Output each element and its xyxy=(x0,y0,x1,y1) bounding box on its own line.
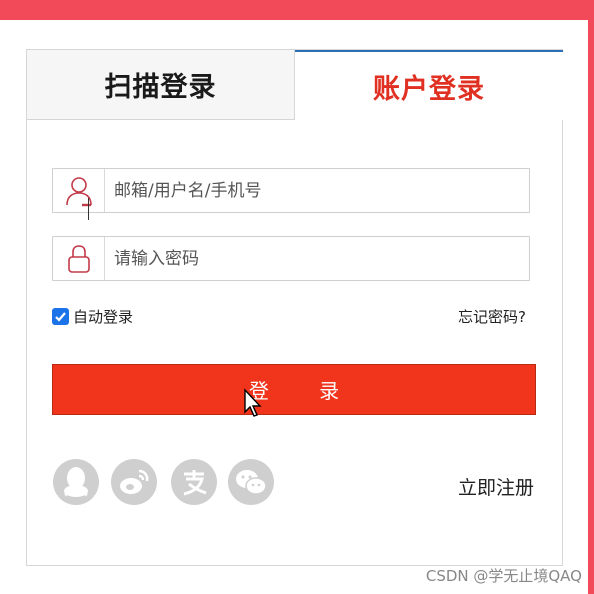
username-input[interactable] xyxy=(105,169,529,212)
wechat-icon[interactable] xyxy=(228,459,274,505)
password-input[interactable] xyxy=(105,237,529,280)
register-link[interactable]: 立即注册 xyxy=(458,473,534,500)
alipay-icon[interactable] xyxy=(171,459,217,505)
tab-scan-login-label: 扫描登录 xyxy=(104,72,217,103)
username-field xyxy=(52,168,530,213)
qq-icon[interactable] xyxy=(53,459,99,505)
login-card: 扫描登录 账户登录 邮箱/用户名/手机号 自动登录 忘记密码? 登 录 立即注册 xyxy=(26,49,563,566)
weibo-icon[interactable] xyxy=(111,459,157,505)
top-frame-bar xyxy=(0,0,594,20)
lock-icon xyxy=(53,237,105,280)
user-icon xyxy=(53,169,105,212)
watermark: CSDN @学无止境QAQ xyxy=(425,567,582,585)
password-field xyxy=(52,236,530,281)
text-caret xyxy=(88,198,89,220)
right-frame-bar xyxy=(588,0,594,594)
tab-account-login[interactable]: 账户登录 xyxy=(295,50,563,120)
tab-scan-login[interactable]: 扫描登录 xyxy=(27,50,295,120)
screen: 扫描登录 账户登录 邮箱/用户名/手机号 自动登录 忘记密码? 登 录 立即注册… xyxy=(0,0,594,594)
forgot-password-link[interactable]: 忘记密码? xyxy=(458,306,526,327)
auto-login-checkbox[interactable]: 自动登录 xyxy=(52,306,133,327)
tab-account-login-label: 账户登录 xyxy=(373,73,485,105)
login-button[interactable]: 登 录 xyxy=(52,364,536,415)
mouse-cursor-icon xyxy=(243,388,263,422)
auto-login-label: 自动登录 xyxy=(73,308,134,326)
checkbox-checked-icon[interactable] xyxy=(52,308,69,325)
